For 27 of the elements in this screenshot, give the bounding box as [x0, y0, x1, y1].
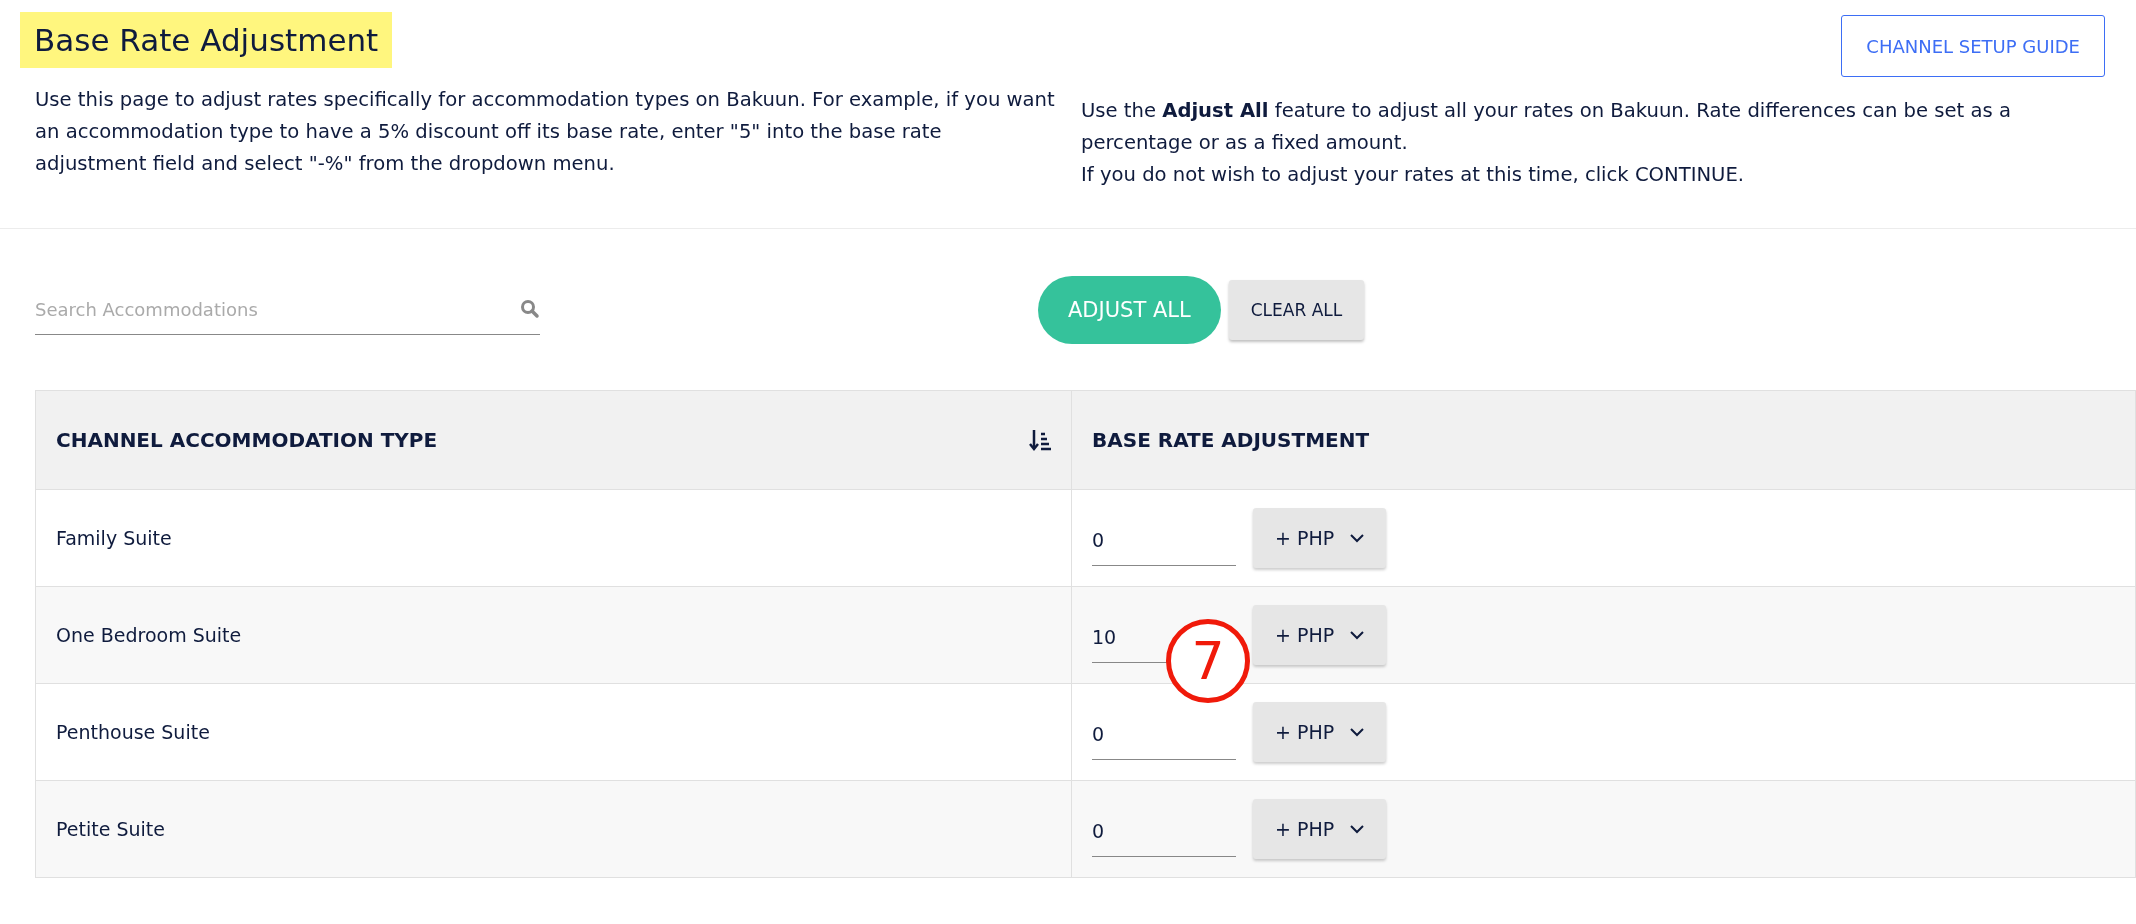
accommodation-name: One Bedroom Suite: [56, 624, 242, 646]
column-header: BASE RATE ADJUSTMENT: [1092, 428, 1370, 452]
unit-dropdown[interactable]: + PHP: [1253, 508, 1387, 568]
page-title: Base Rate Adjustment: [20, 12, 393, 68]
search-icon: [520, 299, 540, 319]
unit-dropdown[interactable]: + PHP: [1253, 605, 1387, 665]
chevron-icon: [1350, 533, 1365, 543]
intro-text: If you do not wish to adjust your rates at this time, click CONTINUE.: [1081, 162, 1746, 188]
unit-dropdown[interactable]: + PHP: [1253, 799, 1387, 859]
intro-text: Use this page to adjust rates specifically for accommodation types on Bakuun. For example, if you want an accommodation type to have a 5% discount off its base rate, enter "5" into the base rate adjustment field and select "-%" from the dropdown menu.: [35, 87, 1055, 177]
clear-all-button[interactable]: CLEAR ALL: [1228, 279, 1365, 340]
search-field[interactable]: Search Accommodations: [35, 298, 520, 320]
setup-guide-button[interactable]: CHANNEL SETUP GUIDE: [1841, 15, 2105, 77]
rate-input[interactable]: 10: [1092, 617, 1164, 662]
chevron-icon: [1350, 727, 1365, 737]
chevron-icon: [1350, 630, 1365, 640]
column-header: CHANNEL ACCOMMODATION TYPE: [56, 428, 438, 452]
accommodation-name: Penthouse Suite: [56, 721, 210, 743]
accommodation-name: Family Suite: [56, 527, 172, 549]
rate-input[interactable]: 0: [1092, 520, 1164, 565]
rate-input[interactable]: 0: [1092, 714, 1164, 759]
rate-input[interactable]: 0: [1092, 811, 1164, 856]
chevron-icon: [1350, 824, 1365, 834]
unit-dropdown[interactable]: + PHP: [1253, 702, 1387, 762]
sort-icon[interactable]: [1029, 428, 1051, 452]
intro-text: Use the Adjust All feature to adjust all your rates on Bakuun. Rate differences can be set as a percentage or as a fixed amount.: [1081, 98, 2012, 156]
accommodation-name: Petite Suite: [56, 818, 165, 840]
